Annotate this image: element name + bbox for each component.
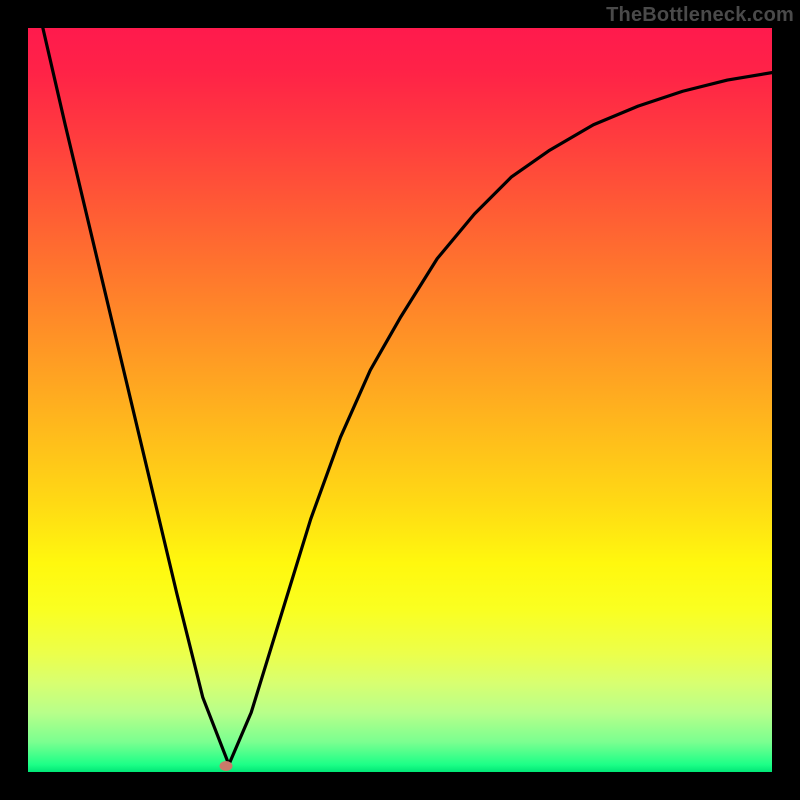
plot-area — [28, 28, 772, 772]
min-point-marker — [219, 761, 232, 771]
chart-frame: TheBottleneck.com — [0, 0, 800, 800]
watermark-text: TheBottleneck.com — [606, 4, 794, 27]
bottleneck-curve — [28, 28, 772, 772]
